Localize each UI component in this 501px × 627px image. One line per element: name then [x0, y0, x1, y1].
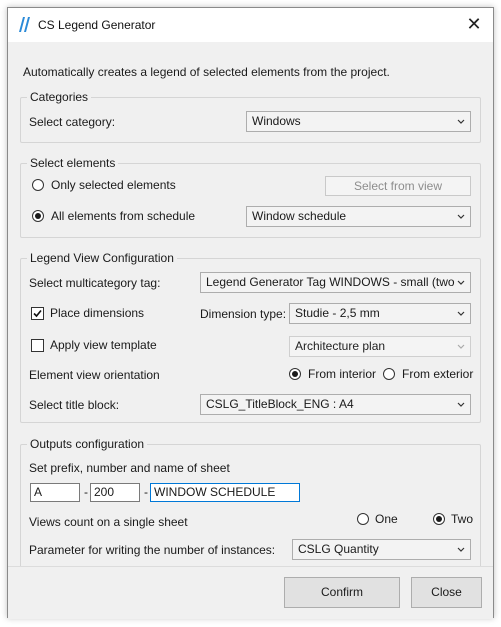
tag-label: Select multicategory tag: — [29, 276, 161, 290]
from-interior-label: From interior — [308, 367, 377, 381]
orientation-label: Element view orientation — [29, 368, 160, 382]
parameter-select[interactable]: CSLG Quantity — [292, 539, 471, 560]
two-radio[interactable] — [433, 513, 445, 525]
from-interior-radio[interactable] — [289, 368, 301, 380]
title-block-select[interactable]: CSLG_TitleBlock_ENG : A4 — [200, 394, 471, 415]
two-label: Two — [451, 512, 474, 526]
outputs-group: Outputs configuration Set prefix, number… — [20, 437, 481, 568]
category-select-value: Windows — [252, 114, 301, 128]
close-button[interactable]: Close — [411, 577, 482, 608]
apply-view-template-checkbox[interactable] — [31, 339, 44, 352]
select-elements-legend: Select elements — [27, 156, 119, 170]
checkmark-icon — [33, 309, 42, 318]
view-template-select[interactable]: Architecture plan — [289, 336, 471, 357]
confirm-button[interactable]: Confirm — [284, 577, 400, 608]
categories-group: Categories Select category: Windows — [20, 90, 481, 143]
title-block-label: Select title block: — [29, 398, 120, 412]
all-from-schedule-radio[interactable] — [32, 210, 44, 222]
one-label: One — [375, 512, 398, 526]
apply-view-template-label: Apply view template — [50, 338, 157, 352]
number-input[interactable]: 200 — [90, 483, 140, 502]
chevron-down-icon — [457, 344, 465, 349]
place-dimensions-label: Place dimensions — [50, 306, 145, 320]
window-title: CS Legend Generator — [38, 18, 156, 32]
outputs-legend: Outputs configuration — [27, 437, 148, 451]
dialog-content: Automatically creates a legend of select… — [8, 42, 493, 568]
chevron-down-icon — [457, 119, 465, 124]
only-selected-label: Only selected elements — [51, 178, 176, 192]
one-radio[interactable] — [357, 513, 369, 525]
dimension-type-label: Dimension type: — [200, 307, 287, 321]
select-elements-group: Select elements Only selected elements S… — [20, 156, 481, 238]
chevron-down-icon — [457, 547, 465, 552]
legend-view-group: Legend View Configuration Select multica… — [20, 251, 481, 423]
dialog-footer: Confirm Close — [8, 566, 493, 619]
tag-select-value: Legend Generator Tag WINDOWS - small (tw… — [206, 275, 455, 289]
sheet-name-input[interactable]: WINDOW SCHEDULE — [150, 483, 300, 502]
close-icon[interactable]: ✕ — [464, 14, 484, 34]
legend-view-legend: Legend View Configuration — [27, 251, 177, 265]
chevron-down-icon — [457, 214, 465, 219]
separator-1: - — [84, 485, 88, 499]
separator-2: - — [144, 485, 148, 499]
schedule-select-value: Window schedule — [252, 209, 347, 223]
all-from-schedule-label: All elements from schedule — [51, 209, 196, 223]
from-exterior-label: From exterior — [402, 367, 474, 381]
dialog-window: CS Legend Generator ✕ Automatically crea… — [7, 7, 494, 619]
title-block-value: CSLG_TitleBlock_ENG : A4 — [206, 397, 354, 411]
dimension-type-value: Studie - 2,5 mm — [295, 306, 380, 320]
tag-select[interactable]: Legend Generator Tag WINDOWS - small (tw… — [200, 272, 471, 293]
select-from-view-button[interactable]: Select from view — [325, 176, 471, 196]
select-category-label: Select category: — [29, 115, 116, 129]
from-exterior-radio[interactable] — [383, 368, 395, 380]
only-selected-radio[interactable] — [32, 179, 44, 191]
categories-legend: Categories — [27, 90, 92, 104]
place-dimensions-checkbox[interactable] — [31, 307, 44, 320]
view-template-value: Architecture plan — [295, 339, 386, 353]
chevron-down-icon — [457, 402, 465, 407]
chevron-down-icon — [457, 280, 465, 285]
description-text: Automatically creates a legend of select… — [23, 65, 390, 79]
app-logo-icon — [19, 17, 31, 35]
title-bar: CS Legend Generator ✕ — [8, 8, 493, 42]
parameter-label: Parameter for writing the number of inst… — [29, 543, 276, 557]
views-count-label: Views count on a single sheet — [29, 515, 188, 529]
category-select[interactable]: Windows — [246, 111, 471, 132]
dimension-type-select[interactable]: Studie - 2,5 mm — [289, 303, 471, 324]
prefix-input[interactable]: A — [30, 483, 80, 502]
prefix-label: Set prefix, number and name of sheet — [29, 461, 230, 475]
schedule-select[interactable]: Window schedule — [246, 206, 471, 227]
parameter-value: CSLG Quantity — [298, 542, 379, 556]
chevron-down-icon — [457, 311, 465, 316]
